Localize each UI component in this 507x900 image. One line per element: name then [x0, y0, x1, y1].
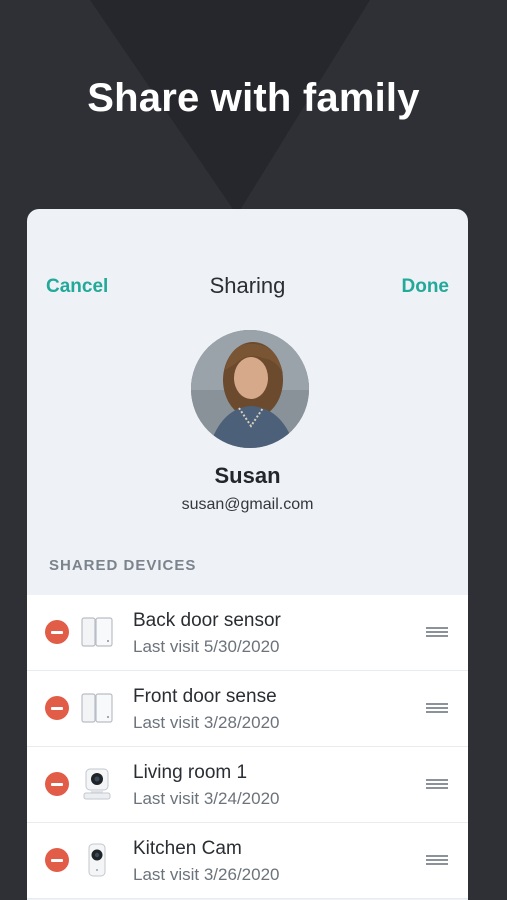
device-list: Back door sensor Last visit 5/30/2020 Fr…	[27, 595, 468, 899]
user-email: susan@gmail.com	[181, 496, 314, 513]
avatar-photo	[191, 330, 309, 448]
device-name: Back door sensor	[133, 610, 281, 631]
user-name: Susan	[214, 463, 281, 488]
cam-icon	[88, 843, 106, 877]
cam-pan-icon	[83, 768, 111, 800]
drag-handle-icon[interactable]	[426, 779, 448, 789]
device-name: Kitchen Cam	[133, 838, 242, 859]
sharing-card: Cancel Sharing Done Susan susan@gmail.co…	[27, 209, 468, 900]
headline: Share with family	[87, 76, 420, 120]
drag-handle-icon[interactable]	[426, 703, 448, 713]
device-row[interactable]: Living room 1 Last visit 3/24/2020	[27, 747, 468, 823]
device-last-visit: Last visit 3/28/2020	[133, 713, 280, 732]
drag-handle-icon[interactable]	[426, 855, 448, 865]
done-button[interactable]: Done	[402, 276, 450, 298]
remove-device-button[interactable]	[45, 772, 69, 796]
avatar	[191, 330, 309, 448]
screen: Share with family Cancel Sharing Done Su…	[0, 0, 507, 900]
remove-device-button[interactable]	[45, 696, 69, 720]
section-title: SHARED DEVICES	[49, 557, 197, 574]
contact-sensor-icon	[81, 617, 113, 647]
device-name: Front door sense	[133, 686, 277, 707]
device-row[interactable]: Kitchen Cam Last visit 3/26/2020	[27, 823, 468, 899]
device-last-visit: Last visit 3/24/2020	[133, 789, 280, 808]
device-row[interactable]: Back door sensor Last visit 5/30/2020	[27, 595, 468, 671]
device-last-visit: Last visit 3/26/2020	[133, 865, 280, 884]
drag-handle-icon[interactable]	[426, 627, 448, 637]
remove-device-button[interactable]	[45, 848, 69, 872]
device-row[interactable]: Front door sense Last visit 3/28/2020	[27, 671, 468, 747]
contact-sensor-icon	[81, 693, 113, 723]
device-name: Living room 1	[133, 762, 248, 783]
nav-bar: Cancel Sharing Done	[27, 273, 468, 303]
device-last-visit: Last visit 5/30/2020	[133, 637, 280, 656]
remove-device-button[interactable]	[45, 620, 69, 644]
